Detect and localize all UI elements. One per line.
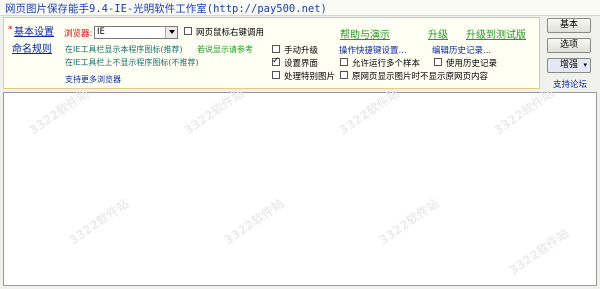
browser-select-value: IE <box>97 27 105 37</box>
checkbox-manual-upgrade[interactable] <box>272 45 280 53</box>
checkbox-multi-instance-label: 允许运行多个样本 <box>352 59 421 69</box>
toolbar-hide-icon-option[interactable]: 在IE工具栏上不显示程序图标(不推荐) <box>65 57 199 68</box>
upgrade-link[interactable]: 升级 <box>428 26 448 41</box>
toolbar-show-icon-option[interactable]: 在IE工具栏显示本程序图标(推荐) <box>65 44 183 55</box>
checkbox-hide-original[interactable] <box>340 71 348 79</box>
checkbox-settings-ui-label: 设置界面 <box>284 59 319 69</box>
checkbox-settings-ui[interactable] <box>272 56 280 66</box>
hotkeys-link[interactable]: 操作快捷键设置... <box>339 44 407 56</box>
help-demo-link[interactable]: 帮助与演示 <box>340 26 390 41</box>
basic-button[interactable]: 基本 <box>547 18 591 33</box>
more-browsers-link[interactable]: 支持更多浏览器 <box>65 74 121 85</box>
watermark: 3322软件站 <box>26 86 92 138</box>
checkbox-multi-instance[interactable] <box>340 58 348 66</box>
checkbox-use-history-label: 使用历史记录 <box>446 59 498 69</box>
watermark: 3322软件站 <box>376 196 442 248</box>
support-forum-link[interactable]: 支持论坛 <box>553 78 587 90</box>
checkbox-hide-original-label: 原网页显示图片时不显示原网页内容 <box>352 72 489 82</box>
watermark: 3322软件站 <box>66 196 132 248</box>
display-reference-link[interactable]: 若说显示请参考 <box>197 44 253 55</box>
browser-label: 浏览器: <box>64 29 93 39</box>
watermark: 3322软件站 <box>221 196 287 248</box>
required-marker: * <box>8 25 13 35</box>
upgrade-test-link[interactable]: 升级到测试版 <box>466 26 526 41</box>
enhance-button[interactable]: 增强 ▾ <box>547 58 591 73</box>
checkbox-manual-upgrade-label: 手动升级 <box>284 46 319 56</box>
watermark: 3322软件站 <box>506 226 572 278</box>
browser-select[interactable]: IE <box>94 26 178 39</box>
edit-history-link[interactable]: 编辑历史记录... <box>432 44 491 56</box>
title-bar: 网页图片保存能手9.4-IE-光明软件工作室(http://pay500.net… <box>0 0 600 16</box>
chevron-down-icon[interactable] <box>165 27 177 38</box>
watermark: 3322软件站 <box>181 86 247 138</box>
app-window: 网页图片保存能手9.4-IE-光明软件工作室(http://pay500.net… <box>0 0 600 289</box>
naming-rules-link[interactable]: 命名规则 <box>12 40 52 55</box>
image-list-area[interactable]: 3322软件站 3322软件站 3322软件站 3322软件站 3322软件站 … <box>3 86 597 286</box>
chevron-down-icon: ▾ <box>583 61 587 69</box>
options-button[interactable]: 选项 <box>547 38 591 53</box>
window-title: 网页图片保存能手9.4-IE-光明软件工作室(http://pay500.net… <box>5 3 327 15</box>
right-click-label: 网页鼠标右键调用 <box>196 28 265 38</box>
checkbox-special-images-label: 处理特别图片 <box>284 72 336 82</box>
checkbox-special-images[interactable] <box>272 71 280 79</box>
checkbox-use-history[interactable] <box>434 58 442 66</box>
right-click-checkbox[interactable] <box>184 27 192 35</box>
enhance-button-label: 增强 <box>559 60 578 70</box>
watermark: 3322软件站 <box>336 86 402 138</box>
basic-settings-link[interactable]: 基本设置 <box>14 23 54 38</box>
settings-panel: * 基本设置 命名规则 浏览器: IE 网页鼠标右键调用 在IE工具栏显示本程序… <box>3 17 540 89</box>
watermark: 3322软件站 <box>491 86 557 138</box>
